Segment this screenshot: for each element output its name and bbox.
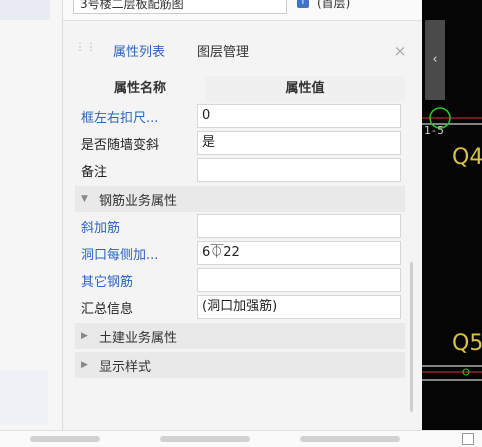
status-item	[160, 436, 250, 442]
floor-label: (首层)	[317, 0, 351, 10]
drag-handle-icon[interactable]: ⋮⋮	[75, 43, 96, 58]
section-display[interactable]: ▶ 显示样式	[75, 352, 405, 378]
table-row: 备注	[75, 157, 405, 183]
row-value-input[interactable]: (洞口加强筋)	[197, 295, 401, 319]
canvas-label-q4: Q4	[452, 145, 482, 170]
row-label[interactable]: 斜加筋	[75, 217, 195, 236]
chevron-right-icon[interactable]: ▶	[75, 331, 99, 341]
section-civil[interactable]: ▶ 土建业务属性	[75, 323, 405, 349]
section-title: 钢筋业务属性	[99, 193, 178, 209]
chevron-down-icon[interactable]: ▼	[75, 194, 99, 204]
section-title: 土建业务属性	[99, 330, 178, 346]
tab-properties[interactable]: 属性列表	[113, 44, 165, 62]
row-label: 汇总信息	[81, 301, 134, 317]
row-label[interactable]: 其它钢筋	[75, 271, 195, 290]
chevron-right-icon[interactable]: ▶	[75, 360, 99, 370]
table-row: 是否随墙变斜 是	[75, 130, 405, 156]
status-toggle[interactable]	[462, 433, 474, 445]
upload-icon[interactable]: ↑	[297, 0, 309, 8]
panel-tabs: ⋮⋮ 属性列表 图层管理 ×	[63, 36, 423, 68]
tab-layers[interactable]: 图层管理	[197, 44, 249, 62]
row-value-input[interactable]	[197, 268, 401, 292]
table-row: 斜加筋	[75, 213, 405, 239]
row-value-input[interactable]: 0	[197, 104, 401, 128]
canvas-fragment-label: 1-5	[424, 124, 444, 137]
drawing-name-field[interactable]: 3号楼二层板配筋图	[73, 0, 287, 14]
table-row: 洞口每侧加... 6⏁22	[75, 240, 405, 266]
row-label[interactable]: 洞口每侧加...	[75, 244, 195, 263]
status-item	[300, 436, 400, 442]
left-tree-panel	[0, 0, 62, 446]
section-rebar[interactable]: ▼ 钢筋业务属性	[75, 186, 405, 212]
status-bar	[0, 430, 482, 447]
table-row: 其它钢筋	[75, 267, 405, 293]
row-label: 备注	[81, 164, 108, 180]
table-row: 汇总信息 (洞口加强筋)	[75, 294, 405, 320]
property-table: 属性名称 属性值 框左右扣尺... 0 是否随墙变斜 是 备注 ▼ 钢筋业务属性…	[75, 76, 405, 378]
row-label[interactable]: 框左右扣尺...	[75, 107, 195, 126]
property-panel: 3号楼二层板配筋图 ↑ (首层) ⋮⋮ 属性列表 图层管理 × 属性名称 属性值…	[62, 0, 423, 430]
row-label: 是否随墙变斜	[81, 137, 160, 153]
row-value-input[interactable]	[197, 158, 401, 182]
header-value: 属性值	[205, 76, 405, 102]
tree-selected-item[interactable]	[0, 0, 50, 20]
row-value-input[interactable]	[197, 214, 401, 238]
table-row: 框左右扣尺... 0	[75, 103, 405, 129]
table-header: 属性名称 属性值	[75, 76, 405, 102]
drawing-header: 3号楼二层板配筋图 ↑ (首层)	[63, 0, 423, 21]
row-value-input[interactable]: 6⏁22	[197, 241, 401, 265]
header-name: 属性名称	[113, 81, 166, 96]
close-icon[interactable]: ×	[393, 44, 407, 59]
status-item	[30, 436, 100, 442]
canvas-label-q5: Q5	[452, 331, 482, 356]
tree-lower-item[interactable]	[0, 370, 48, 425]
scrollbar[interactable]	[410, 262, 413, 412]
collapse-panel-button[interactable]: ‹	[425, 20, 445, 100]
section-title: 显示样式	[99, 359, 152, 375]
row-value-input[interactable]: 是	[197, 131, 401, 155]
